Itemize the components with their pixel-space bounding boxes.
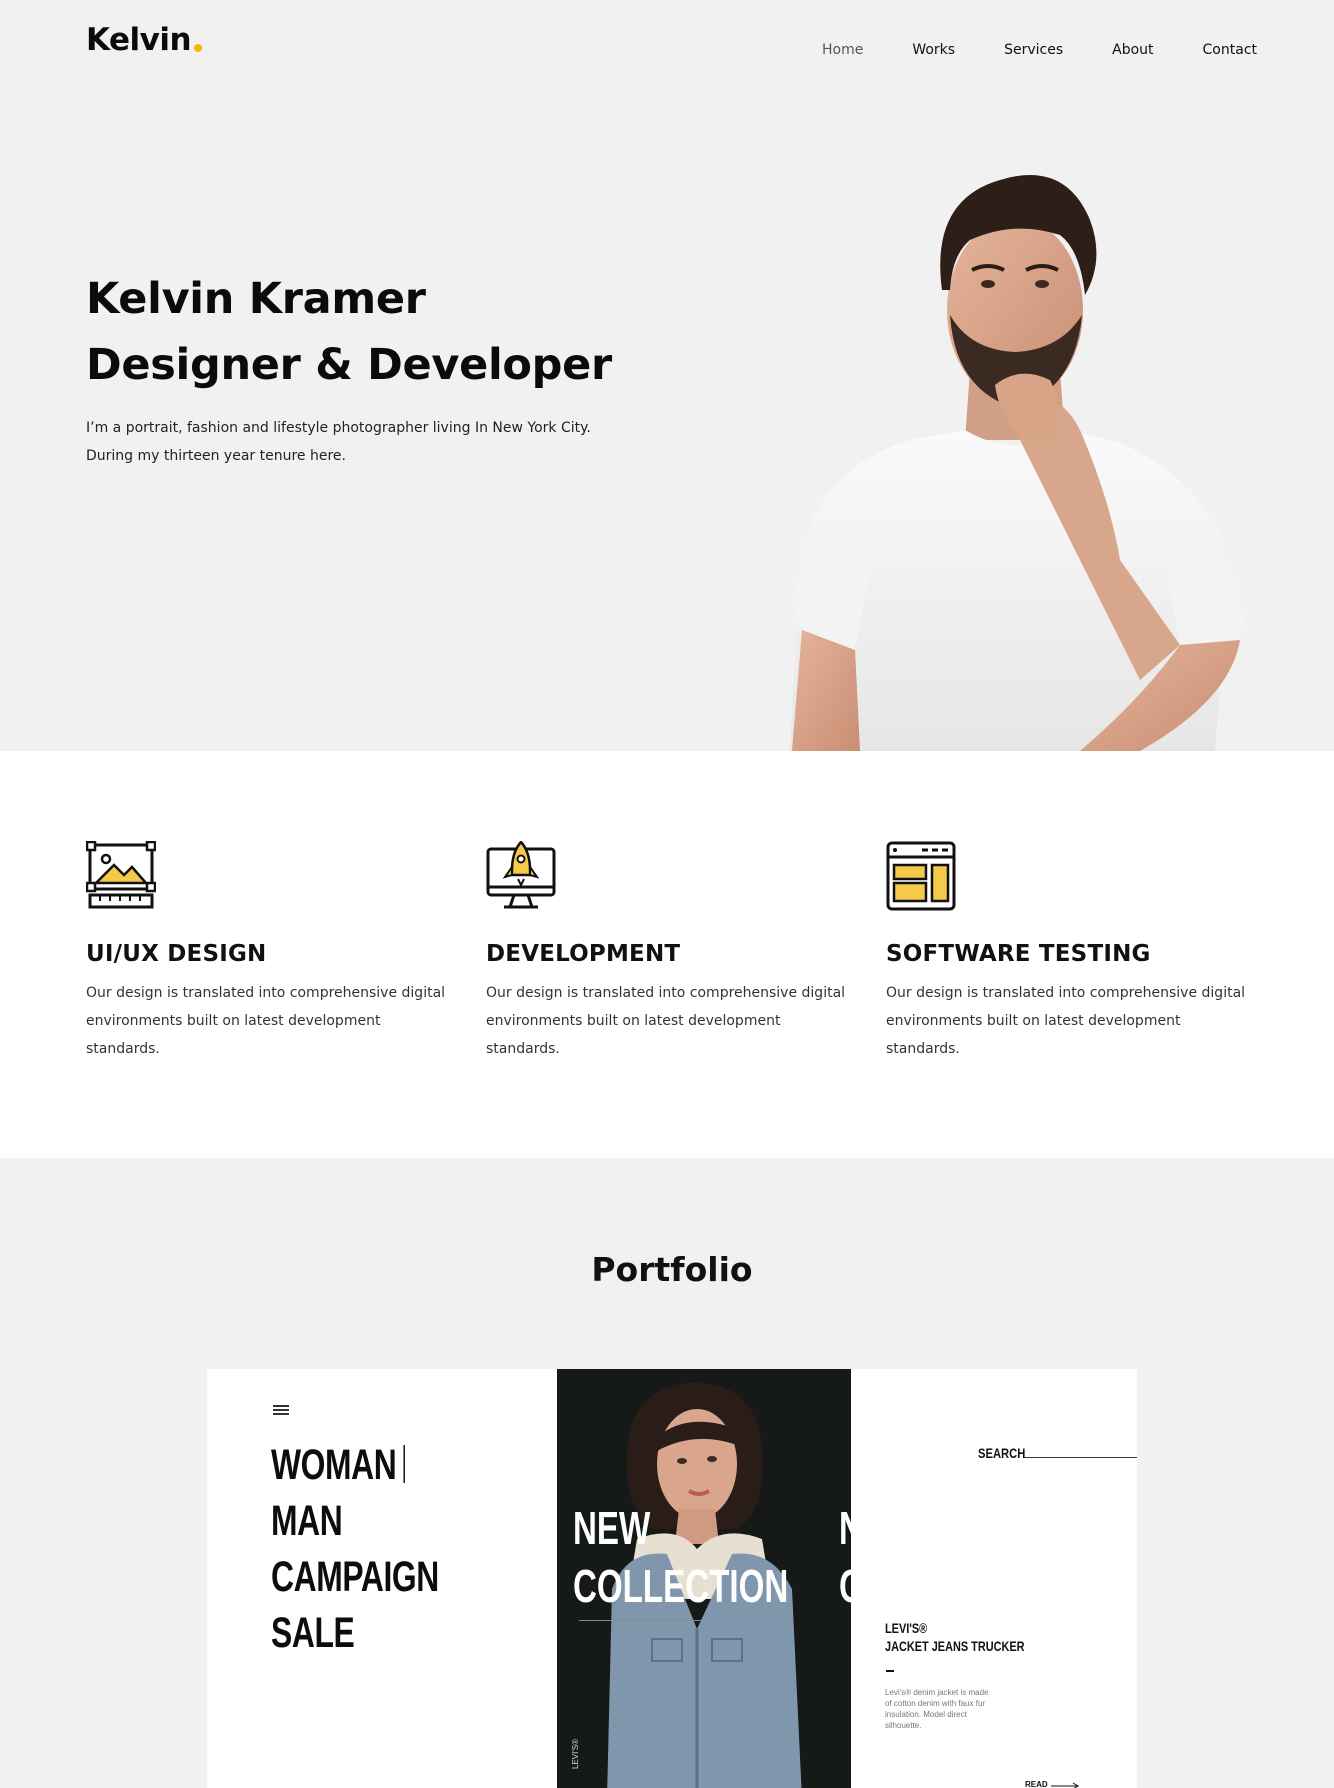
browser-layout-icon: [886, 841, 956, 911]
hero-title-name: Kelvin Kramer: [86, 274, 426, 324]
mockup-collection-title: NEW COLLECTION: [573, 1499, 788, 1615]
image-design-icon: [86, 841, 156, 909]
mockup-menu-sale: SALE: [271, 1609, 355, 1657]
mockup-product-name: JACKET JEANS TRUCKER: [885, 1638, 1025, 1654]
portfolio-section: Portfolio WOMAN MAN CAMPAIGN SALE NEW CO…: [0, 1158, 1334, 1788]
mockup-category-menu: WOMAN MAN CAMPAIGN SALE: [271, 1437, 439, 1661]
hero-section: Kelvin Kramer Designer & Developer I’m a…: [0, 100, 1334, 751]
text-cursor: [403, 1445, 406, 1483]
nav-home[interactable]: Home: [822, 42, 863, 58]
mockup-left-panel: WOMAN MAN CAMPAIGN SALE: [207, 1369, 557, 1788]
hero-description: I’m a portrait, fashion and lifestyle ph…: [86, 414, 646, 470]
mockup-brand-vertical: LEVI'S®: [571, 1738, 580, 1769]
mockup-product-title: LEVI'S® JACKET JEANS TRUCKER: [885, 1619, 1025, 1655]
service-card-uiux: UI/UX DESIGN Our design is translated in…: [86, 841, 456, 1063]
logo-text: Kelvin: [86, 22, 192, 58]
hamburger-menu-icon: [273, 1405, 289, 1417]
main-nav: Home Works Services About Contact: [773, 42, 1257, 58]
service-text: Our design is translated into comprehens…: [86, 985, 446, 1057]
hero-title-role: Designer & Developer: [86, 340, 612, 390]
monitor-rocket-icon: [486, 841, 556, 909]
nav-contact[interactable]: Contact: [1203, 42, 1257, 58]
mockup-menu-campaign: CAMPAIGN: [271, 1553, 439, 1601]
mockup-title-underline: [579, 1620, 709, 1621]
mockup-ghost-line1: N: [839, 1499, 851, 1557]
mockup-dash: [886, 1670, 894, 1672]
mockup-collection-line2: COLLECTION: [573, 1560, 789, 1612]
mockup-product-desc: Levi's® denim jacket is made of cotton d…: [885, 1688, 989, 1730]
site-header: Kelvin Home Works Services About Contact: [0, 0, 1334, 100]
mockup-read-label: READ: [1025, 1780, 1048, 1788]
mockup-collection-ghost: N C: [839, 1499, 851, 1615]
logo-dot: [194, 44, 203, 52]
mockup-product-brand: LEVI'S®: [885, 1620, 928, 1636]
portfolio-heading: Portfolio: [591, 1250, 753, 1289]
service-text: Our design is translated into comprehens…: [486, 985, 846, 1057]
mockup-collection-line1: NEW: [573, 1502, 651, 1554]
nav-services[interactable]: Services: [1004, 42, 1063, 58]
service-card-development: DEVELOPMENT Our design is translated int…: [486, 841, 856, 1063]
service-title: SOFTWARE TESTING: [886, 941, 1151, 967]
hero-description-line1: I’m a portrait, fashion and lifestyle ph…: [86, 420, 591, 436]
mockup-search-label: SEARCH: [978, 1445, 1026, 1461]
service-text: Our design is translated into comprehens…: [886, 985, 1246, 1057]
mockup-search-line: [1024, 1457, 1137, 1458]
nav-works[interactable]: Works: [912, 42, 955, 58]
mockup-ghost-line2: C: [839, 1557, 851, 1615]
hero-title: Kelvin Kramer Designer & Developer: [86, 266, 612, 398]
mockup-right-panel: SEARCH LEVI'S® JACKET JEANS TRUCKER Levi…: [851, 1369, 1137, 1788]
hero-portrait-photo: [790, 175, 1244, 751]
service-card-testing: SOFTWARE TESTING Our design is translate…: [886, 841, 1256, 1063]
nav-about[interactable]: About: [1112, 42, 1153, 58]
site-logo[interactable]: Kelvin: [86, 22, 203, 58]
service-title: DEVELOPMENT: [486, 941, 681, 967]
portfolio-item-fashion-mockup[interactable]: WOMAN MAN CAMPAIGN SALE NEW COLLECTION L…: [207, 1369, 1137, 1788]
arrow-right-icon: [1051, 1782, 1079, 1788]
services-section: UI/UX DESIGN Our design is translated in…: [0, 751, 1334, 1158]
hero-description-line2: During my thirteen year tenure here.: [86, 448, 346, 464]
mockup-hero-panel: NEW COLLECTION N C LEVI'S®: [557, 1369, 851, 1788]
service-title: UI/UX DESIGN: [86, 941, 267, 967]
mockup-menu-woman: WOMAN: [271, 1441, 397, 1489]
mockup-menu-man: MAN: [271, 1497, 343, 1545]
